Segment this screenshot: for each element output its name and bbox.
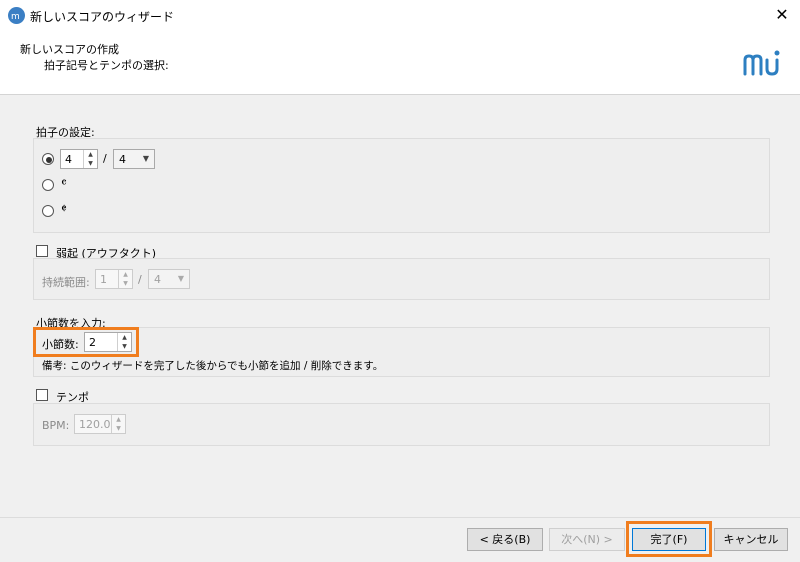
pickup-group — [33, 258, 770, 300]
back-button[interactable]: < 戻る(B) — [467, 528, 543, 551]
numerator-value: 4 — [65, 153, 72, 166]
measures-note: 備考: このウィザードを完了した後からでも小節を追加 / 削除できます。 — [42, 360, 384, 372]
pickup-denominator-select[interactable]: 4 ▼ — [148, 269, 190, 289]
pickup-numerator-value: 1 — [100, 273, 107, 286]
bpm-value: 120.0 — [79, 418, 111, 431]
svg-text:m: m — [11, 12, 20, 22]
bpm-label: BPM: — [42, 419, 70, 432]
chevron-down-icon: ▼ — [142, 154, 149, 163]
cancel-button[interactable]: キャンセル — [714, 528, 788, 551]
denominator-value: 4 — [119, 153, 126, 166]
spin-up-icon[interactable]: ▲ — [118, 333, 131, 342]
header-subtitle: 拍子記号とテンポの選択: — [44, 59, 169, 72]
finish-button[interactable]: 完了(F) — [632, 528, 706, 551]
time-signature-denominator-select[interactable]: 4 ▼ — [113, 149, 155, 169]
common-time-radio[interactable] — [42, 179, 54, 191]
musescore-logo-icon — [743, 50, 780, 76]
spin-down-icon[interactable]: ▼ — [112, 424, 125, 433]
measures-count-label: 小節数: — [42, 338, 79, 351]
time-signature-numerator-spinbox[interactable]: 4 ▲ ▼ — [60, 149, 98, 169]
chevron-down-icon: ▼ — [177, 274, 184, 283]
common-time-icon: 𝄴 — [61, 176, 67, 191]
spin-up-icon[interactable]: ▲ — [119, 270, 132, 279]
footer-divider — [0, 517, 800, 518]
tempo-checkbox[interactable] — [36, 389, 48, 401]
time-signature-custom-radio[interactable] — [42, 153, 54, 165]
time-signature-separator: / — [103, 152, 107, 165]
pickup-separator: / — [138, 273, 142, 286]
pickup-checkbox[interactable] — [36, 245, 48, 257]
pickup-denominator-value: 4 — [154, 273, 161, 286]
cut-time-icon: 𝄵 — [61, 202, 67, 217]
pickup-duration-label: 持続範囲: — [42, 276, 90, 289]
spin-down-icon[interactable]: ▼ — [118, 342, 131, 351]
close-icon[interactable]: ✕ — [764, 0, 800, 31]
header-title: 新しいスコアの作成 — [20, 43, 119, 56]
pickup-numerator-spinbox[interactable]: 1 ▲ ▼ — [95, 269, 133, 289]
spin-down-icon[interactable]: ▼ — [119, 279, 132, 288]
bpm-spinbox[interactable]: 120.0 ▲ ▼ — [74, 414, 126, 434]
musescore-app-icon: m — [8, 7, 25, 24]
measures-count-value: 2 — [89, 336, 96, 349]
cut-time-radio[interactable] — [42, 205, 54, 217]
window-title: 新しいスコアのウィザード — [30, 10, 175, 24]
spin-up-icon[interactable]: ▲ — [84, 150, 97, 159]
spin-up-icon[interactable]: ▲ — [112, 415, 125, 424]
tempo-group — [33, 403, 770, 446]
spin-down-icon[interactable]: ▼ — [84, 159, 97, 168]
measures-count-spinbox[interactable]: 2 ▲ ▼ — [84, 332, 132, 352]
next-button[interactable]: 次へ(N) > — [549, 528, 625, 551]
